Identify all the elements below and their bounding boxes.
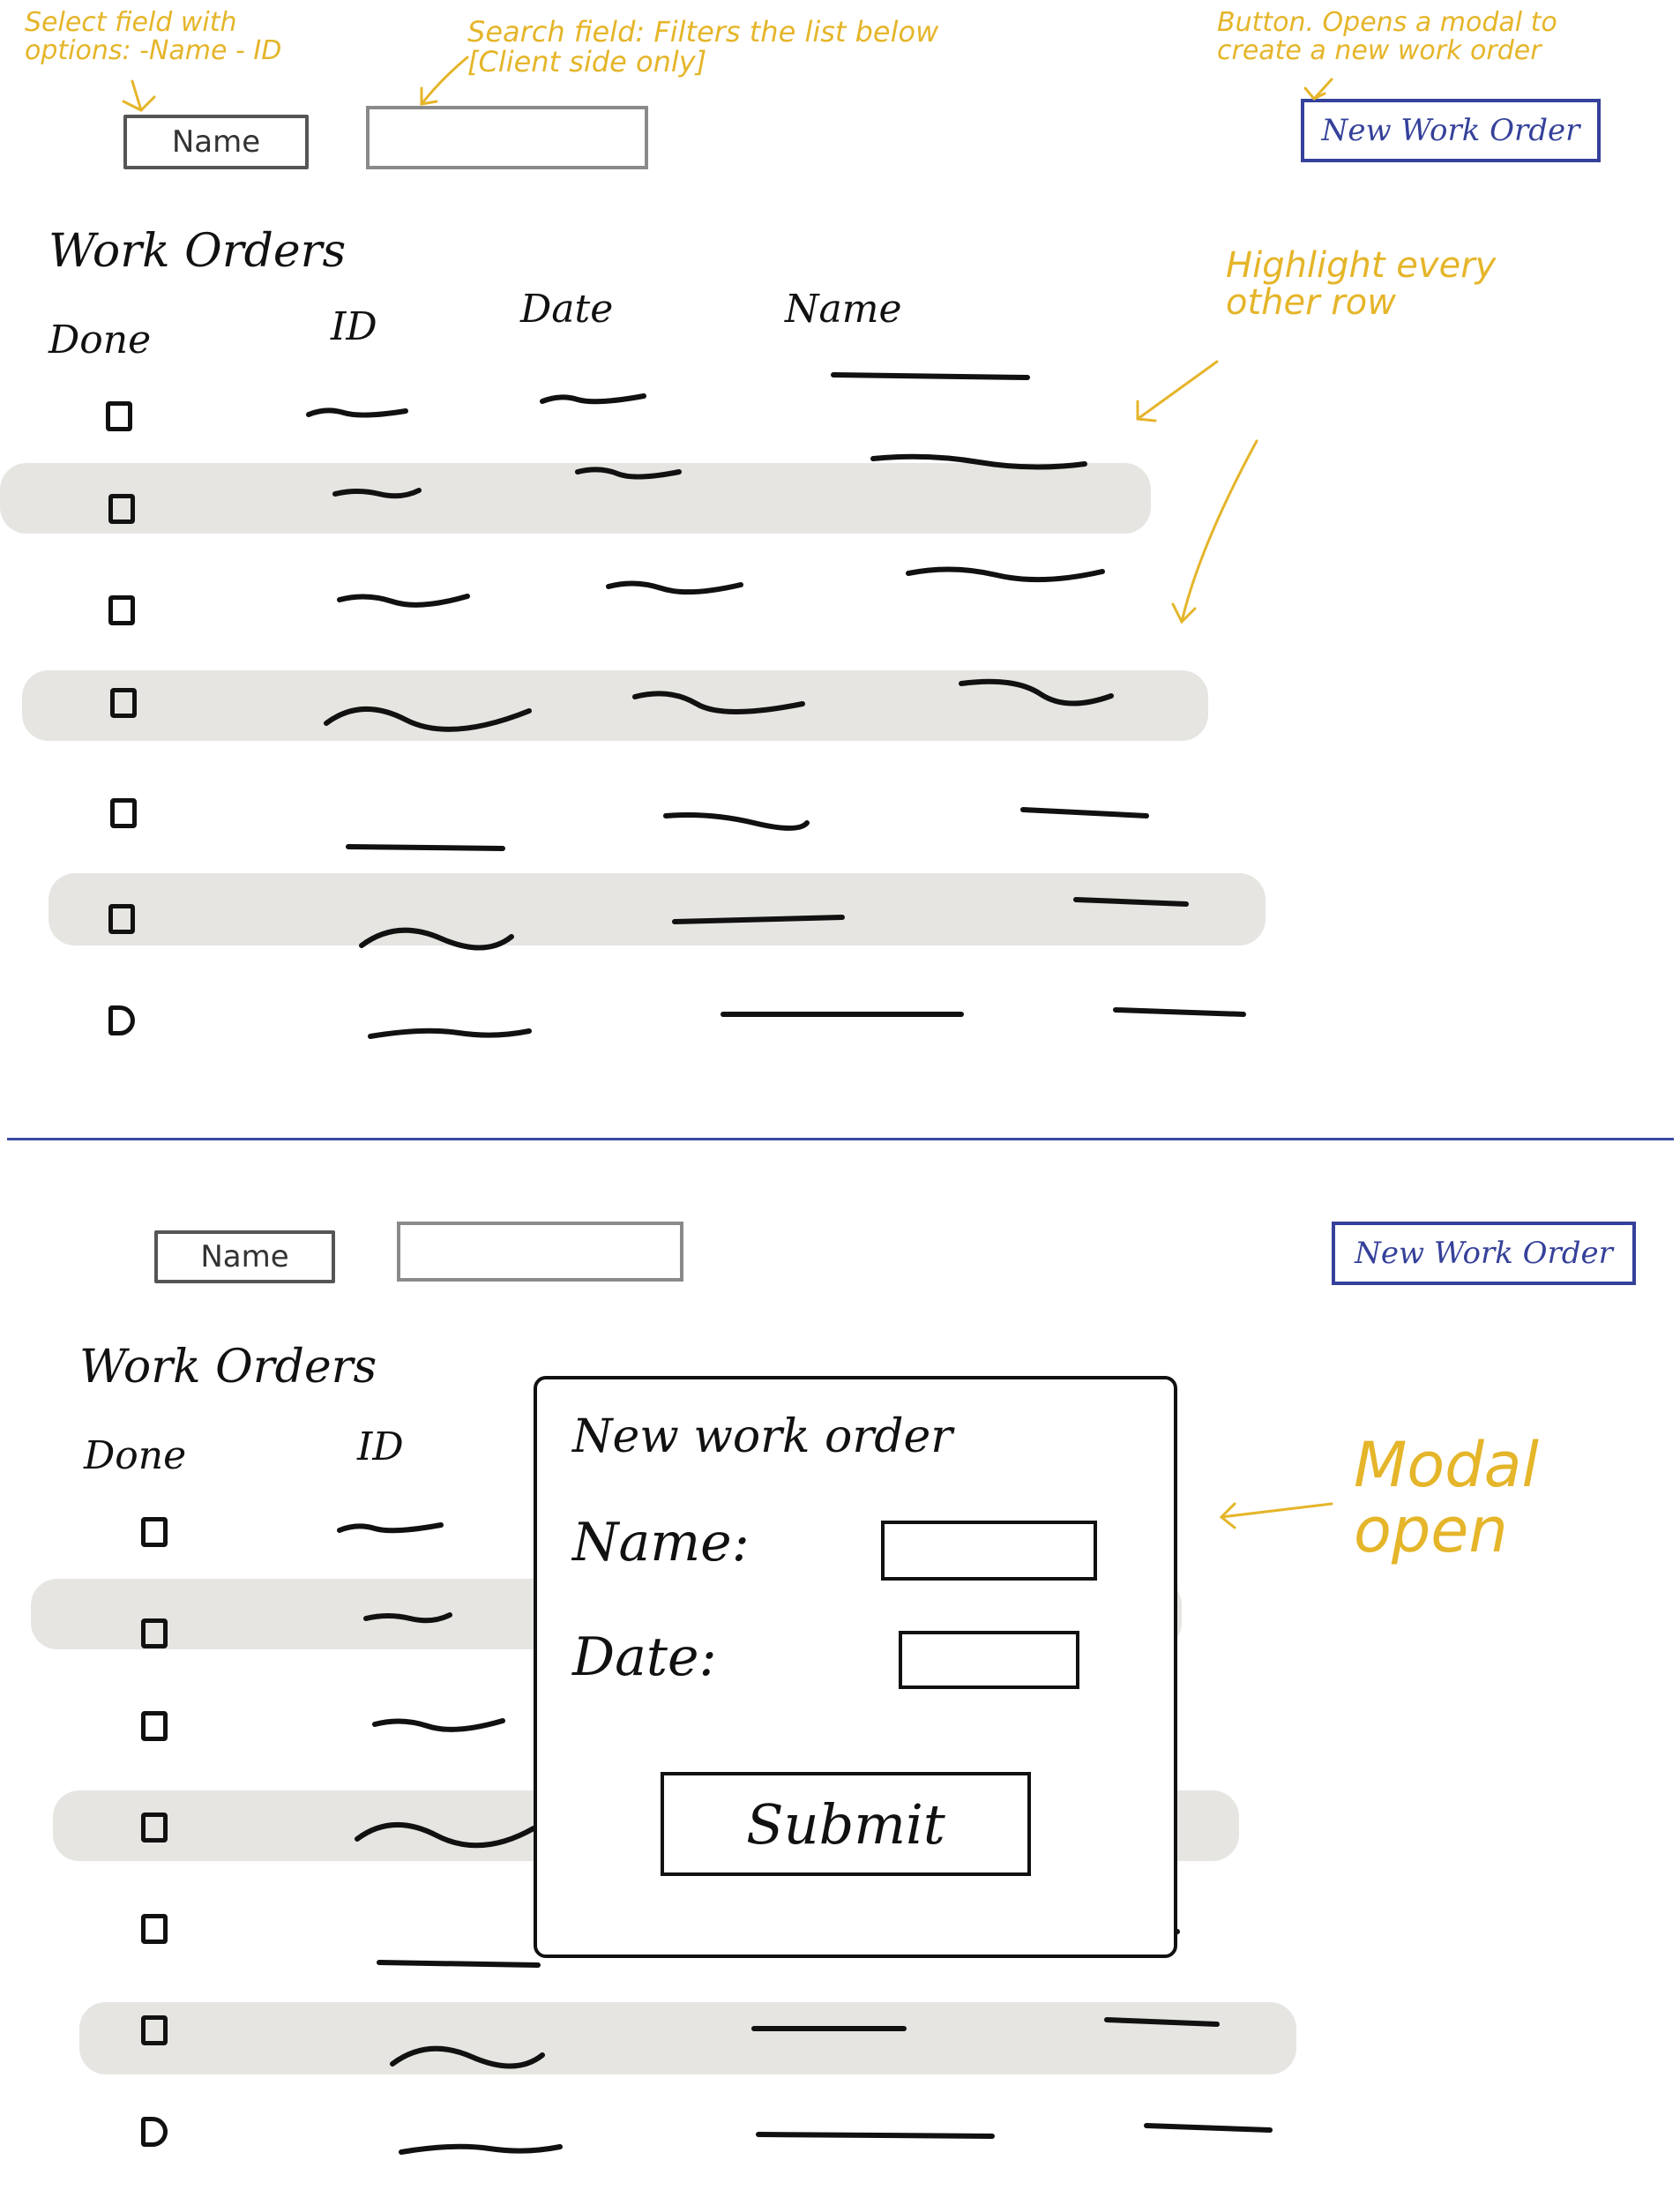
cell-placeholder [399, 2143, 563, 2155]
date-label: Date: [572, 1626, 717, 1688]
name-input[interactable] [881, 1521, 1097, 1581]
cell-placeholder [377, 1960, 541, 1968]
cell-placeholder [372, 1718, 505, 1732]
submit-button[interactable]: Submit [661, 1772, 1031, 1876]
cell-placeholder [1104, 2017, 1220, 2027]
date-input[interactable] [899, 1631, 1079, 1689]
cell-placeholder [337, 1522, 444, 1534]
modal-title: New work order [572, 1410, 953, 1463]
cell-placeholder [363, 1612, 452, 1624]
cell-placeholder [1144, 2123, 1273, 2133]
arrow-to-modal [1219, 1502, 1333, 1529]
cell-placeholder [355, 1821, 536, 1849]
cell-placeholder [756, 2132, 995, 2139]
new-work-order-modal[interactable]: New work order Name: Date: Submit [534, 1376, 1177, 1958]
cell-placeholder [390, 2045, 545, 2069]
name-label: Name: [572, 1512, 750, 1573]
